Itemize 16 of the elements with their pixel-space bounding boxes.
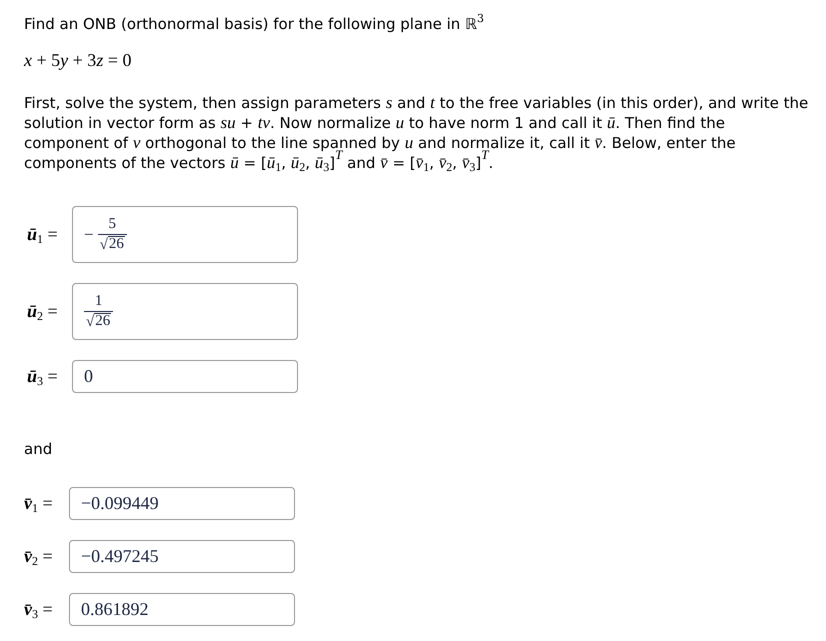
variable-label: ū$_{1}$ = [26, 223, 59, 248]
answer-field[interactable]: −0.099449 [69, 487, 295, 520]
answer-field[interactable]: −0.497245 [69, 540, 295, 573]
answer-field[interactable]: 0 [72, 360, 298, 393]
connector-text: and [24, 440, 54, 458]
instructions-text: First, solve the system, then assign parameters s and t to the free variables (in this order), and write the solution in vector form as su + tv. Now normalize u to have norm 1 and call it ū. Then find the component of v orthogonal to the line spanned by u and normalize it, call it v̄. Below, enter the components of the vectors ū = [ū$_{1}$, ū$_{2}$, ū$_{3}$]$^{T}$ and v̄ = [v̄$_{1}$, v̄$_{2}$, v̄$_{3}$]$^{T}$. [24, 93, 810, 173]
question-title: Find an ONB (orthonormal basis) for the following plane in ℝ$^{3}$ [24, 14, 485, 34]
answer-field[interactable]: 0.861892 [69, 593, 295, 626]
variable-label: ū$_{2}$ = [26, 300, 59, 325]
variable-label: v̄$_{3}$ = [23, 598, 54, 623]
plane-equation: x + 5y + 3z = 0 [24, 49, 132, 71]
variable-label: v̄$_{2}$ = [23, 545, 54, 570]
answer-field[interactable]: 1 √26 [72, 283, 298, 340]
variable-label: ū$_{3}$ = [26, 365, 59, 390]
variable-label: v̄$_{1}$ = [23, 492, 54, 517]
answer-field[interactable]: − 5 √26 [72, 206, 298, 263]
